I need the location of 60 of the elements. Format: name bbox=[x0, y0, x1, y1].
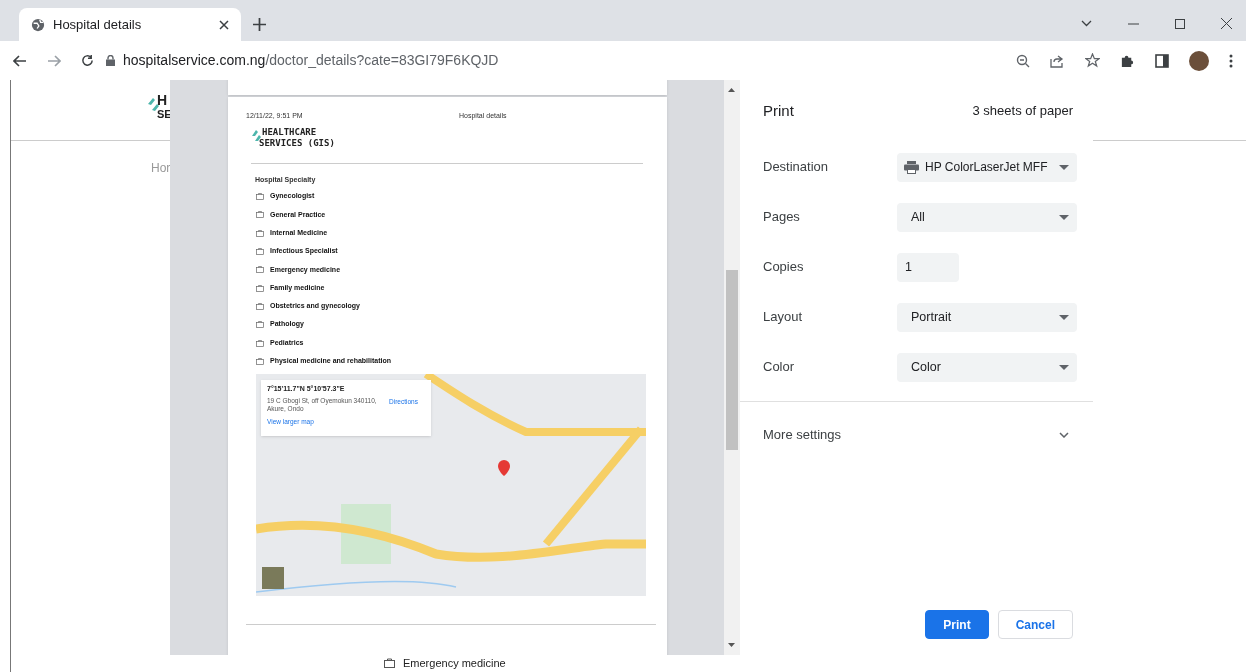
zoom-out-icon[interactable] bbox=[1016, 53, 1030, 68]
forward-arrow-icon[interactable] bbox=[47, 54, 61, 67]
close-icon[interactable] bbox=[219, 19, 229, 30]
satellite-thumbnail[interactable] bbox=[262, 567, 284, 590]
share-icon[interactable] bbox=[1050, 53, 1065, 68]
back-arrow-icon[interactable] bbox=[13, 54, 27, 67]
scrollbar-thumb[interactable] bbox=[726, 270, 738, 450]
scrollbar[interactable] bbox=[724, 80, 740, 655]
logo-icon bbox=[146, 96, 160, 112]
field-label: Layout bbox=[763, 308, 804, 327]
dropdown-caret-icon bbox=[1059, 164, 1069, 170]
scroll-up-icon[interactable] bbox=[728, 88, 735, 92]
field-label: Pages bbox=[763, 208, 801, 227]
briefcase-icon bbox=[256, 284, 264, 292]
field-label: Destination bbox=[763, 158, 830, 177]
briefcase-icon bbox=[384, 658, 395, 669]
briefcase-icon bbox=[256, 248, 264, 256]
dropdown-select[interactable]: HP ColorLaserJet MFF bbox=[897, 152, 1077, 182]
more-settings-toggle[interactable]: More settings bbox=[740, 402, 1093, 468]
lock-icon bbox=[106, 55, 115, 66]
sheet-count: 3 sheets of paper bbox=[972, 102, 1073, 121]
more-vertical-icon[interactable] bbox=[1229, 53, 1233, 68]
dropdown-caret-icon bbox=[1059, 214, 1069, 220]
browser-tab[interactable]: Hospital details bbox=[19, 8, 241, 41]
dropdown-select[interactable]: All bbox=[897, 202, 1077, 232]
specialty-item: Emergency medicine bbox=[403, 656, 506, 671]
field-label: Copies bbox=[763, 258, 805, 277]
scroll-down-icon[interactable] bbox=[728, 643, 735, 647]
briefcase-icon bbox=[256, 211, 264, 219]
briefcase-icon bbox=[256, 266, 264, 274]
briefcase-icon bbox=[256, 302, 264, 310]
map-pin-icon bbox=[498, 460, 510, 477]
dropdown-caret-icon bbox=[1059, 364, 1069, 370]
copies-field[interactable]: 1 bbox=[897, 252, 959, 282]
chevron-down-icon[interactable] bbox=[1081, 20, 1092, 27]
dialog-title: Print bbox=[763, 100, 794, 121]
dropdown-select[interactable]: Color bbox=[897, 352, 1077, 382]
briefcase-icon bbox=[256, 321, 264, 329]
briefcase-icon bbox=[256, 357, 264, 365]
logo-text: HEALTHCARE bbox=[262, 127, 318, 138]
briefcase-icon bbox=[256, 193, 264, 201]
close-icon[interactable] bbox=[1221, 18, 1232, 29]
globe-icon bbox=[31, 17, 45, 32]
logo-text: H bbox=[157, 93, 169, 107]
profile-avatar[interactable] bbox=[1189, 50, 1209, 71]
briefcase-icon bbox=[256, 229, 264, 237]
new-tab-icon[interactable] bbox=[253, 18, 266, 31]
puzzle-icon[interactable] bbox=[1120, 53, 1135, 68]
dropdown-select[interactable]: Portrait bbox=[897, 302, 1077, 332]
reload-icon[interactable] bbox=[81, 54, 94, 67]
printer-icon bbox=[904, 160, 919, 174]
print-button[interactable]: Print bbox=[925, 610, 989, 639]
dropdown-caret-icon bbox=[1059, 314, 1069, 320]
maximize-icon[interactable] bbox=[1175, 18, 1185, 29]
briefcase-icon bbox=[256, 339, 264, 347]
cancel-button[interactable]: Cancel bbox=[997, 610, 1073, 639]
star-icon[interactable] bbox=[1085, 53, 1100, 68]
logo-text: SERVICES (GIS) bbox=[259, 138, 335, 149]
side-panel-icon[interactable] bbox=[1155, 53, 1169, 68]
field-label: Color bbox=[763, 358, 796, 377]
